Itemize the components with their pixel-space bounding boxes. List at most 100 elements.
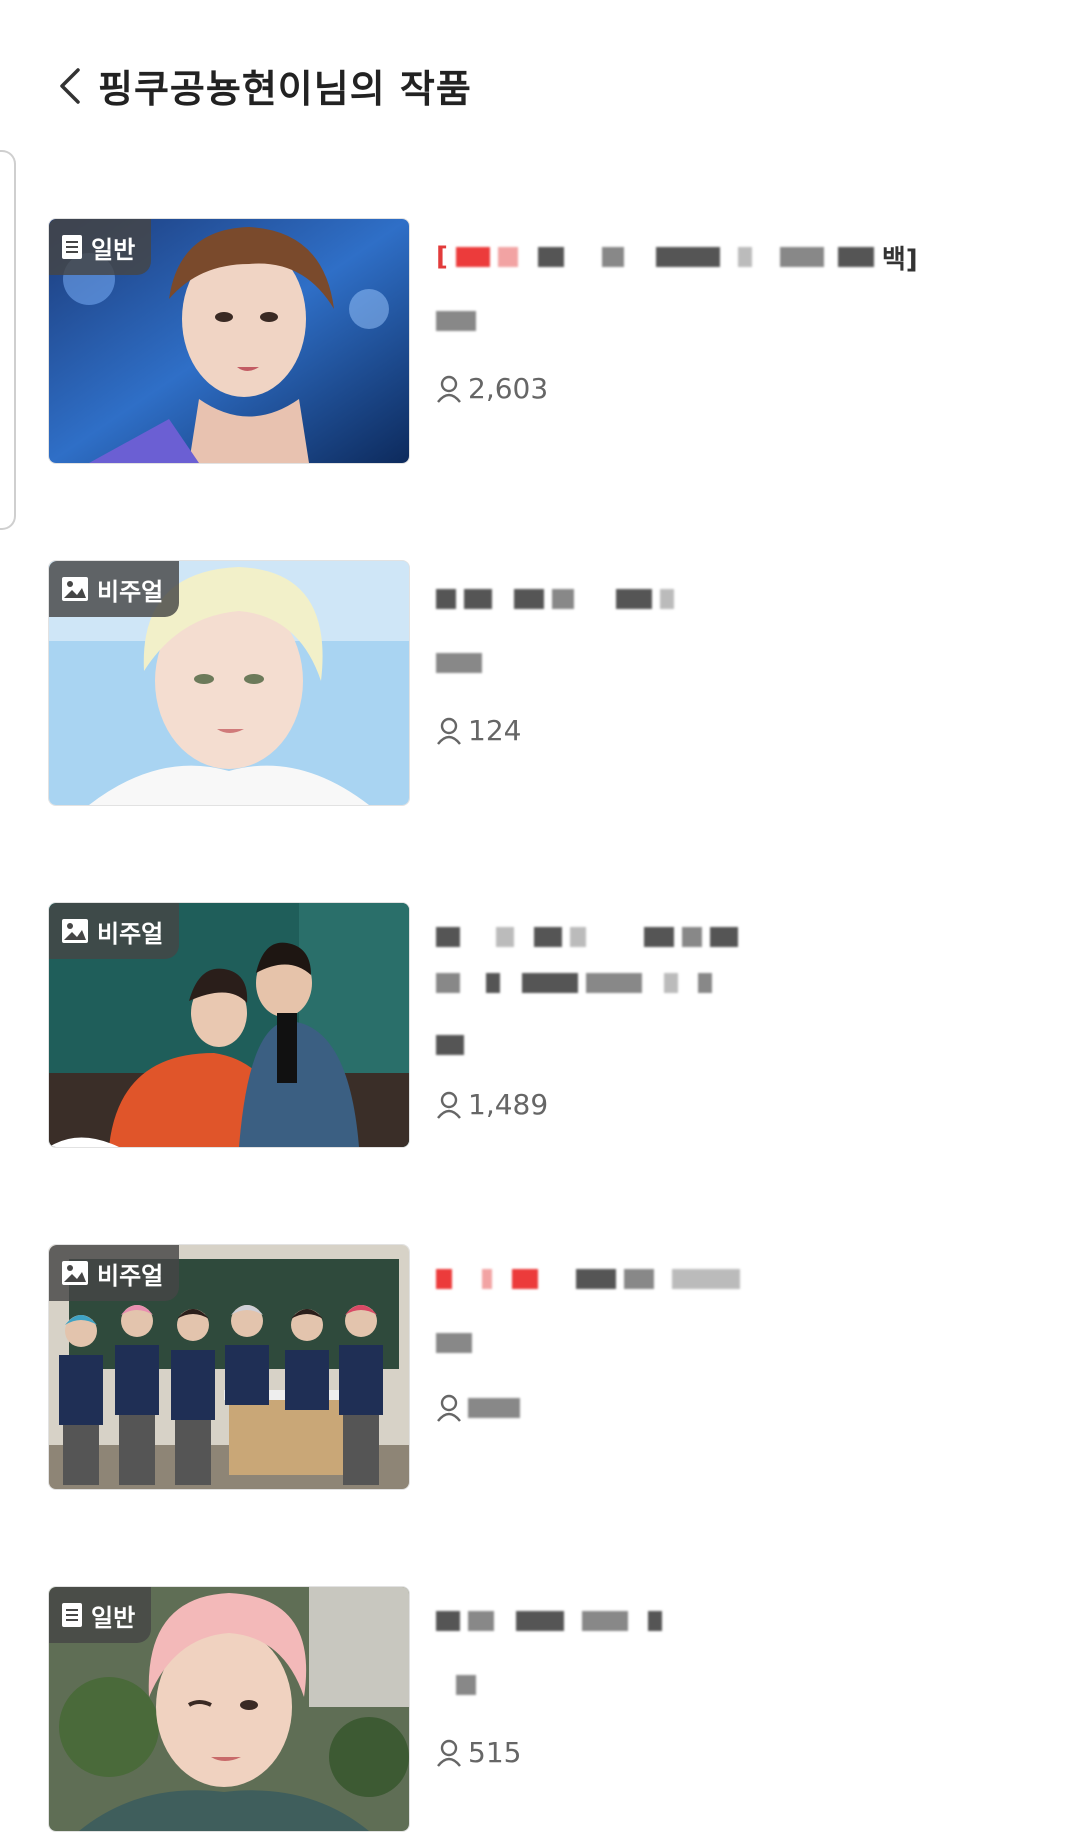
redacted-text <box>644 927 674 947</box>
work-info[interactable]: 1,489 <box>436 902 1048 1146</box>
work-title <box>436 1608 662 1634</box>
person-icon <box>437 1394 461 1422</box>
document-icon <box>62 1603 82 1627</box>
work-info[interactable] <box>436 1244 1048 1488</box>
category-badge: 비주얼 <box>49 561 180 617</box>
person-icon <box>437 375 461 403</box>
person-icon <box>437 1739 461 1767</box>
redacted-text <box>672 1269 740 1289</box>
title-visible-start: [ <box>436 242 448 272</box>
work-title <box>436 1266 740 1292</box>
header: 핑쿠공뇽현이님의 작품 <box>0 0 1080 160</box>
redacted-text <box>522 973 578 993</box>
work-thumbnail[interactable]: 비주얼 <box>48 902 410 1148</box>
work-info[interactable]: [ 백] 2,603 <box>436 218 1048 462</box>
badge-label: 비주얼 <box>97 919 164 948</box>
image-icon <box>62 1261 88 1285</box>
title-visible-end: 백] <box>881 244 918 275</box>
redacted-text <box>514 589 544 609</box>
redacted-text <box>737 247 752 267</box>
redacted-text <box>516 1611 564 1631</box>
readers-value: 124 <box>468 714 522 747</box>
redacted-text <box>779 247 824 267</box>
badge-label: 일반 <box>91 1603 136 1632</box>
redacted-text <box>682 927 702 947</box>
redacted-text <box>534 927 562 947</box>
redacted-text <box>468 1398 520 1418</box>
badge-label: 비주얼 <box>97 577 164 606</box>
redacted-text <box>537 247 564 267</box>
chevron-left-icon <box>60 68 80 104</box>
back-button[interactable] <box>52 62 88 110</box>
badge-label: 일반 <box>91 235 136 264</box>
redacted-text <box>582 1611 628 1631</box>
redacted-text <box>486 973 500 993</box>
redacted-text <box>616 589 652 609</box>
document-icon <box>62 235 82 259</box>
redacted-text <box>436 1269 452 1289</box>
redacted-text <box>660 589 674 609</box>
redacted-text <box>436 589 456 609</box>
redacted-text <box>468 1611 494 1631</box>
redacted-text <box>436 311 476 331</box>
work-author <box>436 1330 472 1356</box>
readers-count: 1,489 <box>436 1088 548 1121</box>
redacted-text <box>837 247 874 267</box>
work-info[interactable]: 124 <box>436 560 1048 804</box>
work-title-line2 <box>436 970 712 996</box>
work-thumbnail[interactable]: 일반 <box>48 218 410 464</box>
redacted-text <box>455 247 490 267</box>
redacted-text <box>436 653 482 673</box>
redacted-text <box>436 1611 460 1631</box>
work-title <box>436 924 738 950</box>
redacted-text <box>586 973 642 993</box>
work-author <box>436 1032 464 1058</box>
redacted-text <box>655 247 720 267</box>
page-title: 핑쿠공뇽현이님의 작품 <box>98 67 472 111</box>
redacted-text <box>648 1611 662 1631</box>
person-icon <box>437 717 461 745</box>
side-edge-handle[interactable] <box>0 150 16 530</box>
person-icon <box>437 1091 461 1119</box>
readers-value: 2,603 <box>468 372 549 405</box>
readers-count: 515 <box>436 1736 521 1769</box>
redacted-text <box>570 927 586 947</box>
category-badge: 비주얼 <box>49 1245 180 1301</box>
work-item[interactable]: 비주얼 1,489 <box>48 902 1048 1148</box>
badge-label: 비주얼 <box>97 1261 164 1290</box>
readers-value: 515 <box>468 1736 522 1769</box>
readers-count: 2,603 <box>436 372 548 405</box>
redacted-text <box>624 1269 654 1289</box>
redacted-text <box>496 927 514 947</box>
image-icon <box>62 577 88 601</box>
readers-count: 124 <box>436 714 521 747</box>
work-title: [ 백] <box>436 242 918 275</box>
work-item[interactable]: 비주얼 124 <box>48 560 1048 806</box>
redacted-text <box>664 973 678 993</box>
redacted-text <box>601 247 624 267</box>
category-badge: 일반 <box>49 1587 152 1643</box>
redacted-text <box>464 589 492 609</box>
category-badge: 일반 <box>49 219 152 275</box>
redacted-text <box>436 1035 464 1055</box>
category-badge: 비주얼 <box>49 903 180 959</box>
redacted-text <box>710 927 738 947</box>
redacted-text <box>436 1333 472 1353</box>
work-item[interactable]: 일반 515 <box>48 1586 1048 1832</box>
work-title <box>436 586 674 612</box>
work-thumbnail[interactable]: 비주얼 <box>48 1244 410 1490</box>
work-thumbnail[interactable]: 비주얼 <box>48 560 410 806</box>
redacted-text <box>576 1269 616 1289</box>
redacted-text <box>497 247 518 267</box>
work-info[interactable]: 515 <box>436 1586 1048 1830</box>
work-author <box>436 308 476 334</box>
work-author <box>436 650 482 676</box>
readers-value: 1,489 <box>468 1088 549 1121</box>
redacted-text <box>482 1269 492 1289</box>
redacted-text <box>552 589 574 609</box>
work-item[interactable]: 일반 [ 백] 2,603 <box>48 218 1048 464</box>
work-thumbnail[interactable]: 일반 <box>48 1586 410 1832</box>
redacted-text <box>436 973 460 993</box>
redacted-text <box>436 927 460 947</box>
work-item[interactable]: 비주얼 <box>48 1244 1048 1490</box>
